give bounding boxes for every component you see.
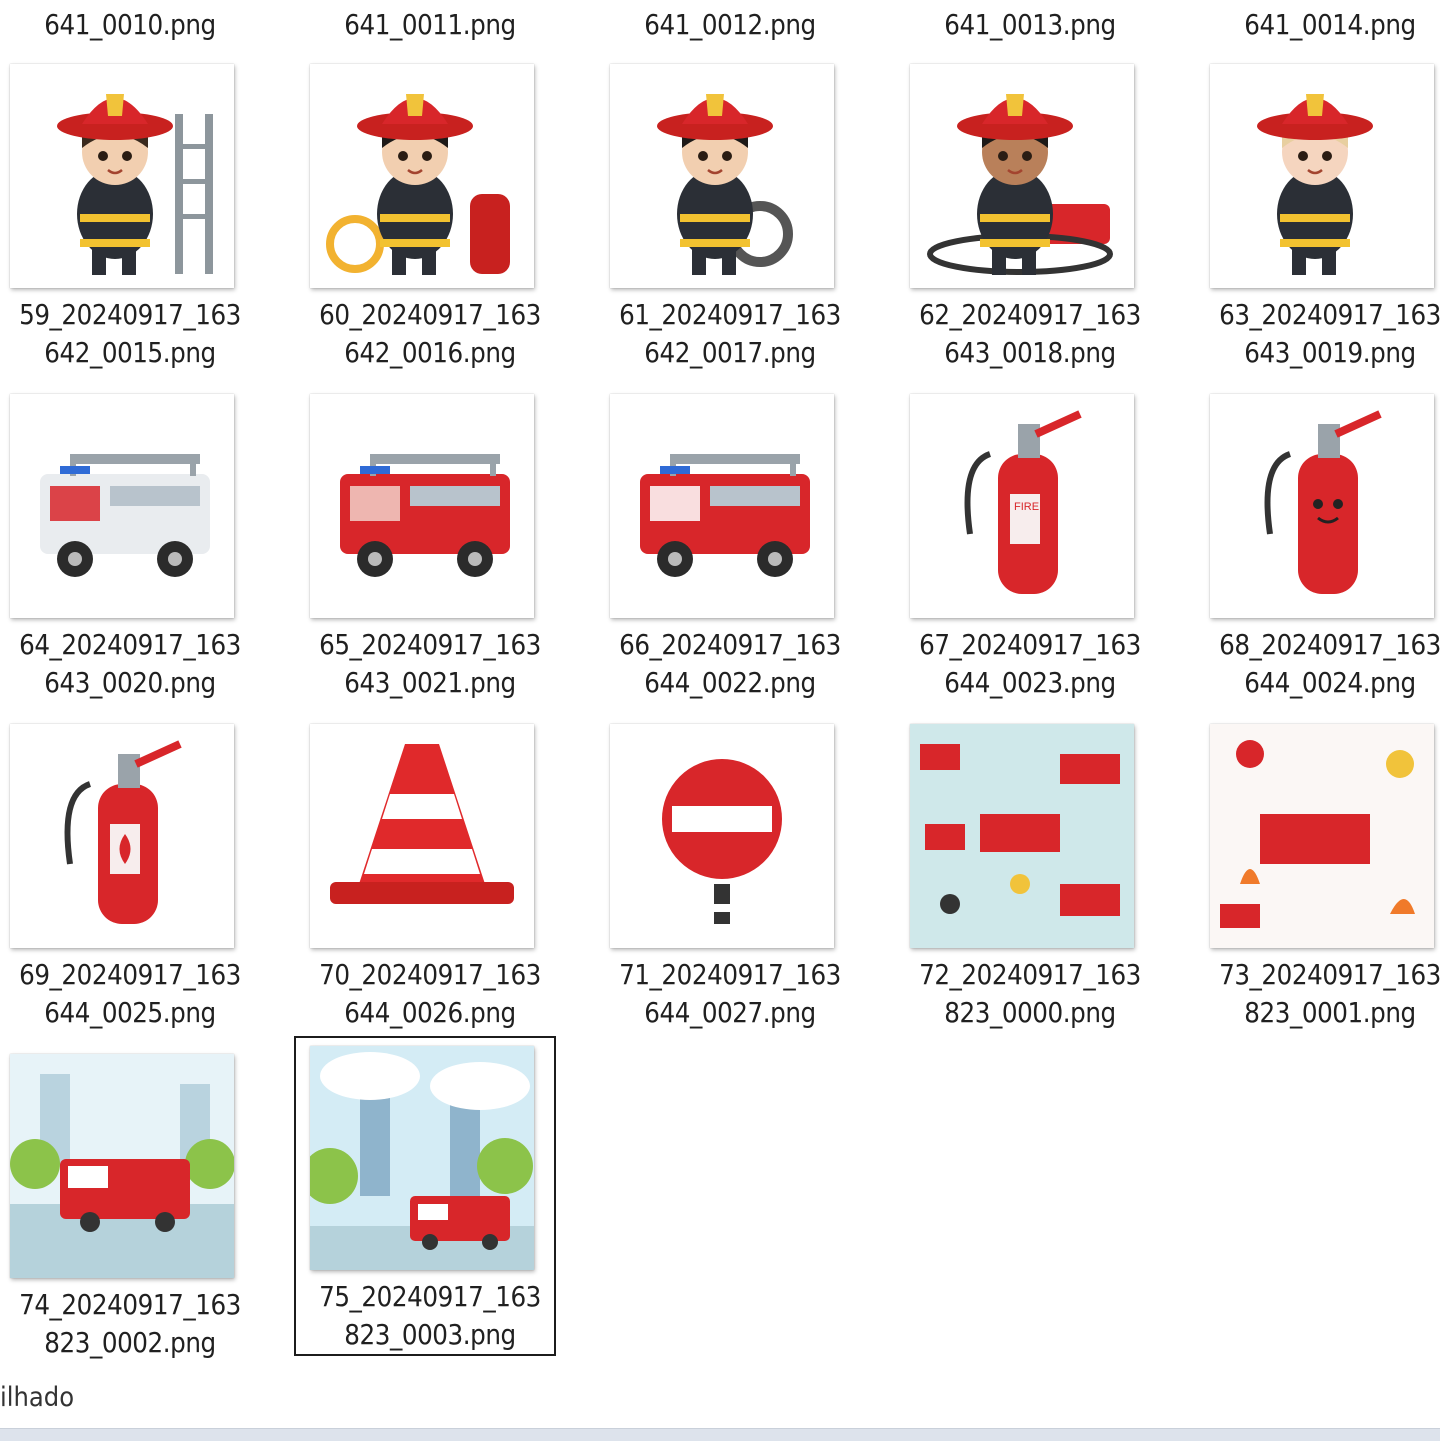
- file-item[interactable]: 68_20240917_163 644_0024.png: [1200, 386, 1440, 706]
- file-name-line-1: 66_20240917_163: [619, 628, 841, 661]
- bottom-scrollbar[interactable]: [0, 1428, 1440, 1441]
- file-name-line-2: 642_0017.png: [644, 336, 816, 369]
- file-item[interactable]: 75_20240917_163 823_0003.png: [294, 1036, 556, 1356]
- fire-extinguisher-thumbnail: FIRE: [910, 394, 1134, 618]
- file-item[interactable]: 69_20240917_163 644_0025.png: [0, 716, 260, 1036]
- fire-truck-red-thumbnail: [310, 394, 534, 618]
- file-name-line-2: 644_0023.png: [944, 666, 1116, 699]
- file-name-line-1: 75_20240917_163: [319, 1280, 541, 1313]
- file-item[interactable]: 72_20240917_163 823_0000.png: [900, 716, 1160, 1036]
- file-item[interactable]: 73_20240917_163 823_0001.png: [1200, 716, 1440, 1036]
- traffic-cone-thumbnail: [310, 724, 534, 948]
- file-name: 641_0011.png: [344, 8, 516, 41]
- file-item[interactable]: 70_20240917_163 644_0026.png: [300, 716, 560, 1036]
- file-item[interactable]: 61_20240917_163 642_0017.png: [600, 56, 860, 376]
- file-name: 67_20240917_163 644_0023.png: [916, 626, 1145, 702]
- file-name-line-1: 72_20240917_163: [919, 958, 1141, 991]
- file-name: 66_20240917_163 644_0022.png: [616, 626, 845, 702]
- file-item[interactable]: 63_20240917_163 643_0019.png: [1200, 56, 1440, 376]
- file-name-line-1: 68_20240917_163: [1219, 628, 1440, 661]
- file-name: 71_20240917_163 644_0027.png: [616, 956, 845, 1032]
- svg-text:FIRE: FIRE: [1014, 501, 1039, 513]
- file-name: 641_0010.png: [44, 8, 216, 41]
- firefighter-hose-thumbnail: [610, 64, 834, 288]
- file-name-line-2: 823_0001.png: [1244, 996, 1416, 1029]
- file-name-line-1: 60_20240917_163: [319, 298, 541, 331]
- file-name-line-1: 64_20240917_163: [19, 628, 241, 661]
- no-entry-sign-thumbnail: [610, 724, 834, 948]
- file-name: 64_20240917_163 643_0020.png: [16, 626, 245, 702]
- fire-extinguisher-flame-thumbnail: [10, 724, 234, 948]
- file-name: 641_0012.png: [644, 8, 816, 41]
- file-name: 62_20240917_163 643_0018.png: [916, 296, 1145, 372]
- file-name: 59_20240917_163 642_0015.png: [16, 296, 245, 372]
- file-name-line-1: 62_20240917_163: [919, 298, 1141, 331]
- file-name: 61_20240917_163 642_0017.png: [616, 296, 845, 372]
- file-name-line-2: 823_0000.png: [944, 996, 1116, 1029]
- file-name-line-1: 59_20240917_163: [19, 298, 241, 331]
- file-name-line-1: 70_20240917_163: [319, 958, 541, 991]
- fire-truck-ladder-thumbnail: [610, 394, 834, 618]
- file-name-line-2: 823_0003.png: [344, 1318, 516, 1351]
- file-name-line-2: 643_0018.png: [944, 336, 1116, 369]
- pattern-blue-thumbnail: [910, 724, 1134, 948]
- firefighter-hydrant-thumbnail: [310, 64, 534, 288]
- file-name-line-2: 642_0016.png: [344, 336, 516, 369]
- extinguisher-face-thumbnail: [1210, 394, 1434, 618]
- file-item[interactable]: 641_0011.png: [300, 6, 560, 50]
- file-item[interactable]: 71_20240917_163 644_0027.png: [600, 716, 860, 1036]
- file-name: 72_20240917_163 823_0000.png: [916, 956, 1145, 1032]
- file-name: 68_20240917_163 644_0024.png: [1216, 626, 1440, 702]
- city-skyline-truck-thumbnail: [310, 1046, 534, 1270]
- file-name-line-2: 642_0015.png: [44, 336, 216, 369]
- firefighter-blond-thumbnail: [1210, 64, 1434, 288]
- file-name-line-2: 644_0027.png: [644, 996, 816, 1029]
- file-name-line-1: 71_20240917_163: [619, 958, 841, 991]
- file-name-line-2: 644_0022.png: [644, 666, 816, 699]
- file-name-line-2: 643_0019.png: [1244, 336, 1416, 369]
- file-item[interactable]: 64_20240917_163 643_0020.png: [0, 386, 260, 706]
- file-name-line-2: 644_0026.png: [344, 996, 516, 1029]
- file-name: 63_20240917_163 643_0019.png: [1216, 296, 1440, 372]
- file-name: 60_20240917_163 642_0016.png: [316, 296, 545, 372]
- pattern-white-thumbnail: [1210, 724, 1434, 948]
- file-item[interactable]: 74_20240917_163 823_0002.png: [0, 1046, 260, 1366]
- file-grid: 641_0010.png 641_0011.png 641_0012.png 641_…: [0, 0, 1440, 1400]
- file-name: 69_20240917_163 644_0025.png: [16, 956, 245, 1032]
- file-item[interactable]: 641_0010.png: [0, 6, 260, 50]
- status-bar-text: ilhado: [0, 1382, 75, 1413]
- file-name: 65_20240917_163 643_0021.png: [316, 626, 545, 702]
- file-name-line-2: 644_0024.png: [1244, 666, 1416, 699]
- file-item[interactable]: 59_20240917_163 642_0015.png: [0, 56, 260, 376]
- file-name: 641_0013.png: [944, 8, 1116, 41]
- file-name: 73_20240917_163 823_0001.png: [1216, 956, 1440, 1032]
- file-name: 641_0014.png: [1244, 8, 1416, 41]
- file-item[interactable]: 66_20240917_163 644_0022.png: [600, 386, 860, 706]
- file-name-line-1: 63_20240917_163: [1219, 298, 1440, 331]
- file-name-line-2: 643_0021.png: [344, 666, 516, 699]
- city-street-truck-thumbnail: [10, 1054, 234, 1278]
- file-item[interactable]: FIRE 67_20240917_163 644_0023.png: [900, 386, 1160, 706]
- file-name-line-1: 67_20240917_163: [919, 628, 1141, 661]
- file-item[interactable]: 65_20240917_163 643_0021.png: [300, 386, 560, 706]
- file-name-line-2: 823_0002.png: [44, 1326, 216, 1359]
- file-item[interactable]: 60_20240917_163 642_0016.png: [300, 56, 560, 376]
- file-item[interactable]: 641_0013.png: [900, 6, 1160, 50]
- firefighter-truck-thumbnail: [910, 64, 1134, 288]
- file-item[interactable]: 641_0012.png: [600, 6, 860, 50]
- file-name-line-1: 73_20240917_163: [1219, 958, 1440, 991]
- file-name: 75_20240917_163 823_0003.png: [316, 1278, 545, 1354]
- file-name-line-1: 61_20240917_163: [619, 298, 841, 331]
- firefighter-ladder-thumbnail: [10, 64, 234, 288]
- file-name: 70_20240917_163 644_0026.png: [316, 956, 545, 1032]
- fire-truck-white-thumbnail: [10, 394, 234, 618]
- file-name: 74_20240917_163 823_0002.png: [16, 1286, 245, 1362]
- file-item[interactable]: 641_0014.png: [1200, 6, 1440, 50]
- file-item[interactable]: 62_20240917_163 643_0018.png: [900, 56, 1160, 376]
- file-name-line-1: 74_20240917_163: [19, 1288, 241, 1321]
- file-name-line-1: 65_20240917_163: [319, 628, 541, 661]
- file-name-line-2: 644_0025.png: [44, 996, 216, 1029]
- file-name-line-2: 643_0020.png: [44, 666, 216, 699]
- file-name-line-1: 69_20240917_163: [19, 958, 241, 991]
